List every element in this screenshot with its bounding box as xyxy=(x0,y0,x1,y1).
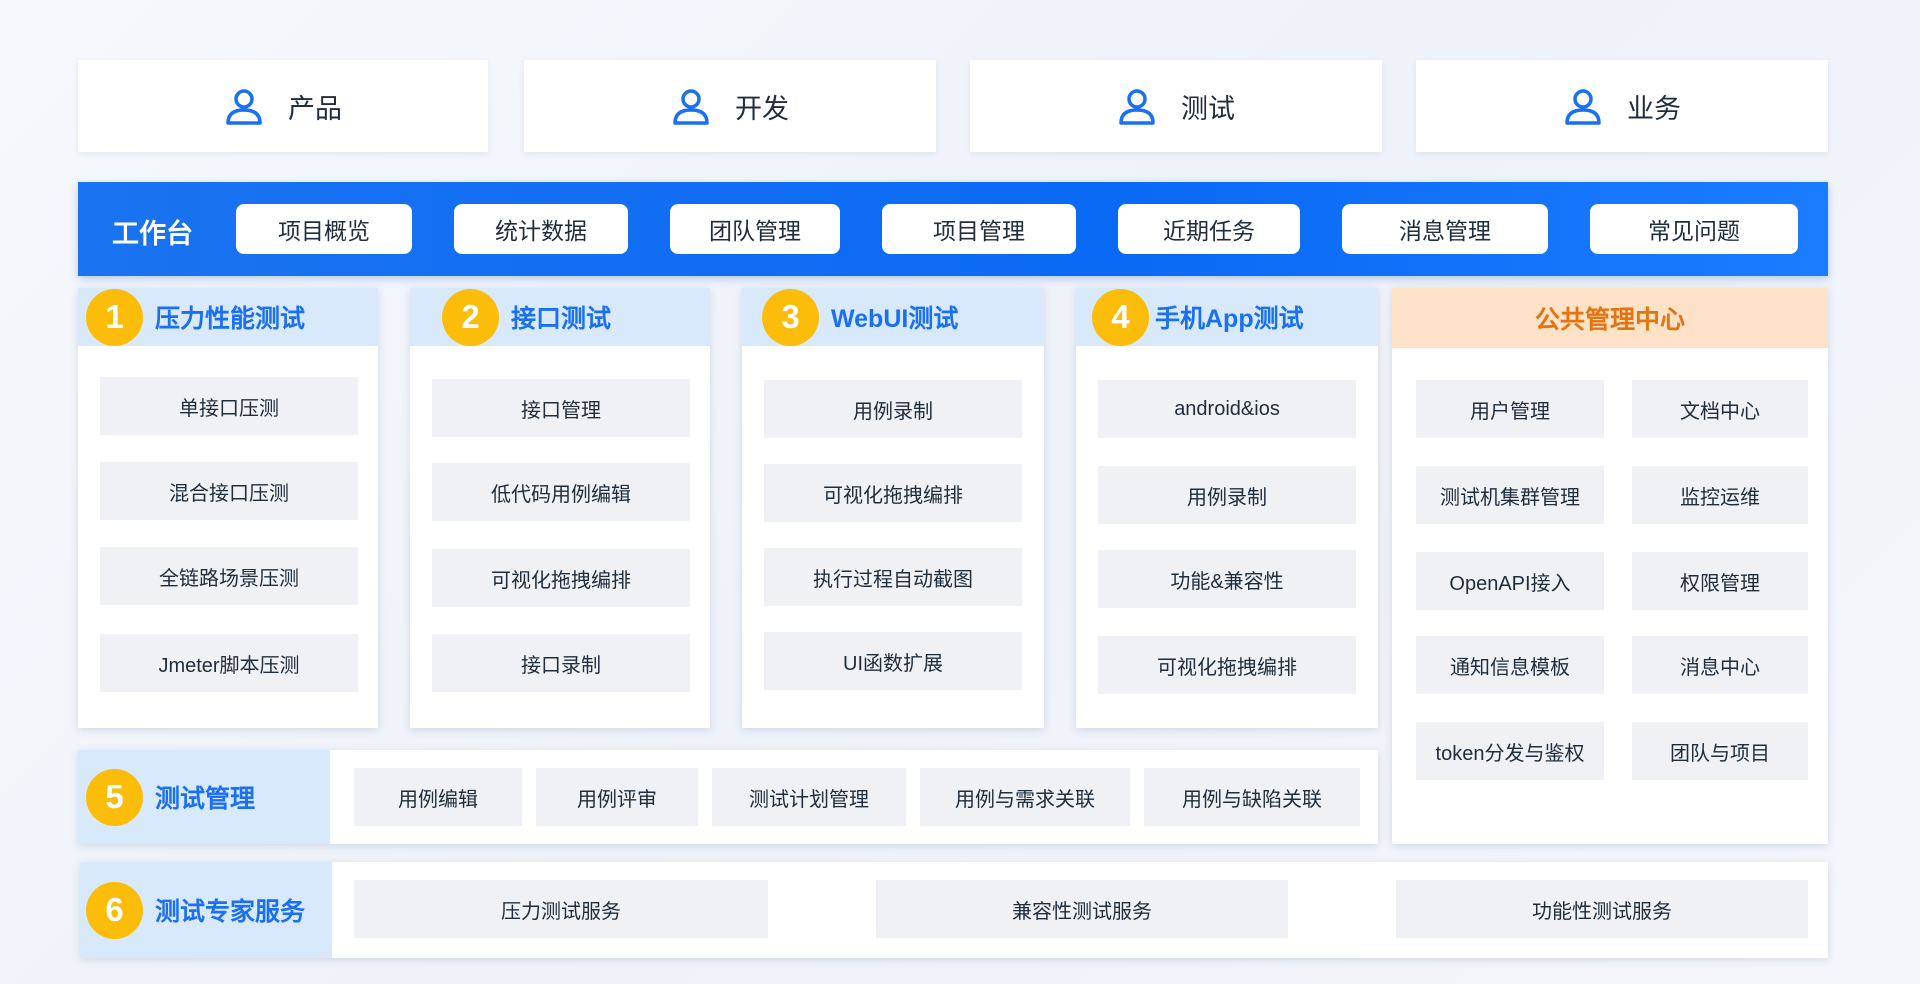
module-item[interactable]: 混合接口压测 xyxy=(100,462,358,520)
module-item[interactable]: 可视化拖拽编排 xyxy=(764,464,1022,522)
role-card-dev[interactable]: 开发 xyxy=(524,60,936,152)
user-icon xyxy=(226,89,262,125)
workbench-button[interactable]: 近期任务 xyxy=(1118,204,1300,254)
public-center-item[interactable]: 文档中心 xyxy=(1632,380,1808,438)
module-item[interactable]: UI函数扩展 xyxy=(764,632,1022,690)
workbench-button[interactable]: 项目概览 xyxy=(236,204,412,254)
test-management-item[interactable]: 用例与缺陷关联 xyxy=(1144,768,1360,826)
user-icon xyxy=(673,89,709,125)
module-item[interactable]: 用例录制 xyxy=(764,380,1022,438)
module-item[interactable]: 可视化拖拽编排 xyxy=(432,549,690,607)
module-item[interactable]: 低代码用例编辑 xyxy=(432,463,690,521)
role-label: 开发 xyxy=(735,93,789,124)
role-label: 测试 xyxy=(1181,93,1235,124)
expert-service-item[interactable]: 兼容性测试服务 xyxy=(876,880,1288,938)
module-number-badge: 5 xyxy=(86,768,143,826)
module-header: 1 压力性能测试 xyxy=(78,288,378,346)
module-item[interactable]: 全链路场景压测 xyxy=(100,547,358,605)
module-item[interactable]: 用例录制 xyxy=(1098,466,1356,524)
public-center-item[interactable]: 权限管理 xyxy=(1632,552,1808,610)
module-title: 手机App测试 xyxy=(1155,305,1304,333)
module-number-badge: 4 xyxy=(1092,288,1149,346)
workbench-title: 工作台 xyxy=(112,219,193,249)
workbench-button[interactable]: 团队管理 xyxy=(670,204,840,254)
workbench-button[interactable]: 统计数据 xyxy=(454,204,628,254)
public-center-item[interactable]: token分发与鉴权 xyxy=(1416,722,1604,780)
module-item[interactable]: 可视化拖拽编排 xyxy=(1098,636,1356,694)
module-header: 3 WebUI测试 xyxy=(742,288,1044,346)
user-icon xyxy=(1119,89,1155,125)
module-item[interactable]: 执行过程自动截图 xyxy=(764,548,1022,606)
module-item[interactable]: 接口录制 xyxy=(432,634,690,692)
module-number-badge: 1 xyxy=(86,288,143,346)
module-number-badge: 6 xyxy=(86,881,143,939)
expert-service-item[interactable]: 压力测试服务 xyxy=(354,880,768,938)
public-center-item[interactable]: 测试机集群管理 xyxy=(1416,466,1604,524)
public-center-item[interactable]: 团队与项目 xyxy=(1632,722,1808,780)
test-management-item[interactable]: 用例评审 xyxy=(536,768,698,826)
public-center-title: 公共管理中心 xyxy=(1392,288,1828,348)
module-item[interactable]: android&ios xyxy=(1098,380,1356,438)
module-item[interactable]: 接口管理 xyxy=(432,379,690,437)
public-center-item[interactable]: 通知信息模板 xyxy=(1416,636,1604,694)
module-header: 2 接口测试 xyxy=(410,288,710,346)
test-management-header: 5 测试管理 xyxy=(78,750,330,844)
public-center-item[interactable]: OpenAPI接入 xyxy=(1416,552,1604,610)
module-item[interactable]: 单接口压测 xyxy=(100,377,358,435)
user-icon xyxy=(1565,89,1601,125)
module-header: 4 手机App测试 xyxy=(1076,288,1378,346)
test-management-item[interactable]: 测试计划管理 xyxy=(712,768,906,826)
expert-service-header: 6 测试专家服务 xyxy=(80,862,332,958)
role-label: 产品 xyxy=(288,93,342,124)
module-item[interactable]: Jmeter脚本压测 xyxy=(100,634,358,692)
test-management-item[interactable]: 用例与需求关联 xyxy=(920,768,1130,826)
role-label: 业务 xyxy=(1627,93,1681,124)
module-title: WebUI测试 xyxy=(831,305,959,333)
public-center-item[interactable]: 用户管理 xyxy=(1416,380,1604,438)
test-management-title: 测试管理 xyxy=(155,785,256,813)
module-title: 接口测试 xyxy=(511,305,612,333)
role-card-business[interactable]: 业务 xyxy=(1416,60,1828,152)
role-card-test[interactable]: 测试 xyxy=(970,60,1382,152)
module-number-badge: 3 xyxy=(762,288,819,346)
test-management-item[interactable]: 用例编辑 xyxy=(354,768,522,826)
workbench-button[interactable]: 常见问题 xyxy=(1590,204,1798,254)
expert-service-title: 测试专家服务 xyxy=(155,898,306,926)
public-center-item[interactable]: 监控运维 xyxy=(1632,466,1808,524)
workbench-button[interactable]: 消息管理 xyxy=(1342,204,1548,254)
role-card-product[interactable]: 产品 xyxy=(78,60,488,152)
module-item[interactable]: 功能&兼容性 xyxy=(1098,550,1356,608)
expert-service-item[interactable]: 功能性测试服务 xyxy=(1396,880,1808,938)
module-title: 压力性能测试 xyxy=(155,305,306,333)
public-center-item[interactable]: 消息中心 xyxy=(1632,636,1808,694)
module-number-badge: 2 xyxy=(442,288,499,346)
workbench-button[interactable]: 项目管理 xyxy=(882,204,1076,254)
